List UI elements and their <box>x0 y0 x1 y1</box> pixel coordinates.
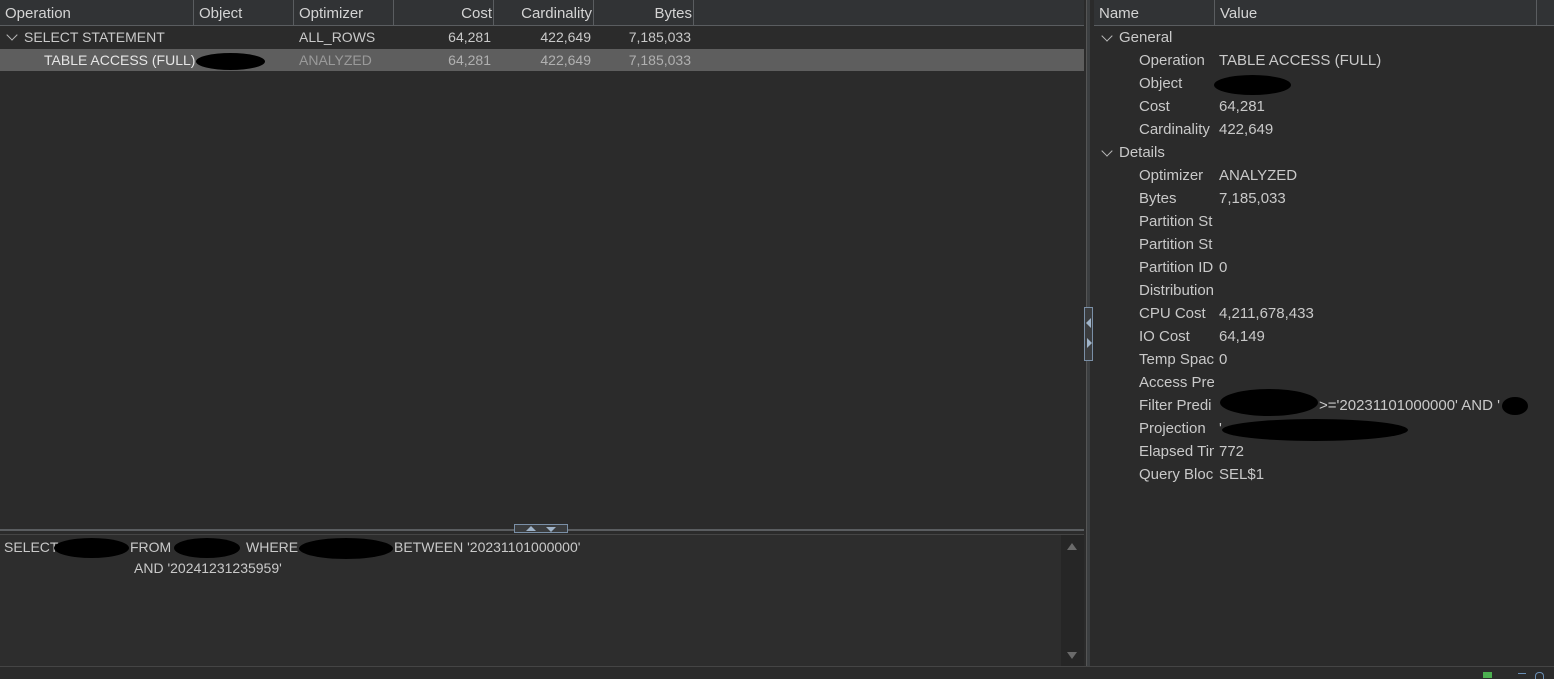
prop-name: Query Block <box>1139 466 1214 483</box>
chevron-down-icon[interactable] <box>6 29 18 41</box>
prop-name: Projection <box>1139 420 1206 437</box>
plan-optimizer: ALL_ROWS <box>299 29 376 45</box>
sql-text-area[interactable]: SELECT FROM WHERE BETWEEN '2023110100000… <box>0 534 1084 667</box>
properties-header: Name Value <box>1094 0 1554 26</box>
sql-scrollbar[interactable] <box>1061 535 1084 667</box>
prop-name: Cardinality <box>1139 121 1210 138</box>
prop-name: Cost <box>1139 98 1170 115</box>
prop-value: 772 <box>1219 443 1245 460</box>
redacted-table <box>174 538 240 558</box>
scroll-down-icon[interactable] <box>1067 652 1077 659</box>
chevron-down-icon[interactable] <box>1101 145 1113 157</box>
sql-select-keyword: SELECT <box>4 539 59 555</box>
plan-row-select-statement[interactable]: SELECT STATEMENT ALL_ROWS 64,281 422,649… <box>0 26 1084 48</box>
prop-name: Temp Space <box>1139 351 1214 368</box>
status-bar <box>0 666 1554 679</box>
prop-value: 4,211,678,433 <box>1219 305 1314 322</box>
prop-name: Elapsed Tim <box>1139 443 1214 460</box>
redacted-columns <box>54 538 129 558</box>
column-header-cost[interactable]: Cost <box>394 0 494 25</box>
plan-cost: 64,281 <box>448 29 491 45</box>
redacted-filter-end <box>1502 397 1528 415</box>
sql-line-2: AND '20241231235959' <box>134 560 282 576</box>
column-header-name[interactable]: Name <box>1094 0 1215 25</box>
prop-name: Distribution <box>1139 282 1214 299</box>
chevron-down-icon[interactable] <box>1101 30 1113 42</box>
plan-cardinality: 422,649 <box>540 52 591 68</box>
prop-value: 422,649 <box>1219 121 1274 138</box>
prop-value: ANALYZED <box>1219 167 1298 184</box>
prop-name: Partition St <box>1139 236 1213 253</box>
arrow-down-icon[interactable] <box>546 527 556 532</box>
prop-name: Operation <box>1139 52 1205 69</box>
sql-between-clause: BETWEEN '20231101000000' <box>394 539 581 555</box>
redacted-filter-column <box>1220 389 1318 416</box>
column-header-object[interactable]: Object <box>194 0 294 25</box>
arrow-up-icon[interactable] <box>526 526 536 531</box>
plan-cost: 64,281 <box>448 52 491 68</box>
prop-value: 0 <box>1219 259 1228 276</box>
prop-name: Filter Predi <box>1139 397 1212 414</box>
prop-name: Optimizer <box>1139 167 1204 184</box>
column-header-optimizer[interactable]: Optimizer <box>294 0 394 25</box>
prop-name: Bytes <box>1139 190 1177 207</box>
plan-optimizer: ANALYZED <box>299 52 372 68</box>
arrow-left-icon[interactable] <box>1086 318 1091 328</box>
plan-row-table-access[interactable]: TABLE ACCESS (FULL) ANALYZED 64,281 422,… <box>0 49 1084 71</box>
plan-operation: TABLE ACCESS (FULL) <box>44 52 196 68</box>
redacted-projection <box>1222 419 1408 441</box>
prop-name: Partition ID <box>1139 259 1214 276</box>
sql-where-keyword: WHERE <box>246 539 299 555</box>
redacted-where-column <box>299 538 393 559</box>
redacted-object <box>196 53 265 70</box>
column-header-cardinality[interactable]: Cardinality <box>494 0 594 25</box>
prop-value: 0 <box>1219 351 1228 368</box>
prop-value: TABLE ACCESS (FULL) <box>1219 52 1382 69</box>
redacted-object-value <box>1214 75 1291 95</box>
prop-value: 7,185,033 <box>1219 190 1286 207</box>
prop-name: IO Cost <box>1139 328 1190 345</box>
prop-value: SEL$1 <box>1219 466 1265 483</box>
section-general[interactable]: General <box>1119 29 1172 46</box>
prop-value: 64,281 <box>1219 98 1265 115</box>
plan-operation: SELECT STATEMENT <box>24 29 165 45</box>
sql-from-keyword: FROM <box>130 539 172 555</box>
section-details[interactable]: Details <box>1119 144 1165 161</box>
plan-bytes: 7,185,033 <box>628 52 691 68</box>
prop-name: CPU Cost <box>1139 305 1206 322</box>
plan-bytes: 7,185,033 <box>628 29 691 45</box>
plan-table-header: Operation Object Optimizer Cost Cardinal… <box>0 0 1084 26</box>
column-header-bytes[interactable]: Bytes <box>594 0 694 25</box>
arrow-right-icon[interactable] <box>1087 338 1092 348</box>
column-header-value[interactable]: Value <box>1215 0 1537 25</box>
plan-cardinality: 422,649 <box>540 29 591 45</box>
prop-name: Partition St <box>1139 213 1213 230</box>
prop-value: 64,149 <box>1219 328 1265 345</box>
layout-icon[interactable] <box>1518 673 1526 679</box>
save-icon[interactable] <box>1483 672 1492 678</box>
scroll-up-icon[interactable] <box>1067 543 1077 550</box>
vertical-splitter-toggle[interactable] <box>1084 307 1093 361</box>
splitter-toggle[interactable] <box>514 524 568 533</box>
prop-name: Access Pred <box>1139 374 1214 391</box>
column-header-operation[interactable]: Operation <box>0 0 194 25</box>
prop-name: Object <box>1139 75 1183 92</box>
prop-value: >='20231101000000' AND ' <box>1319 397 1500 414</box>
settings-icon[interactable] <box>1535 672 1544 679</box>
